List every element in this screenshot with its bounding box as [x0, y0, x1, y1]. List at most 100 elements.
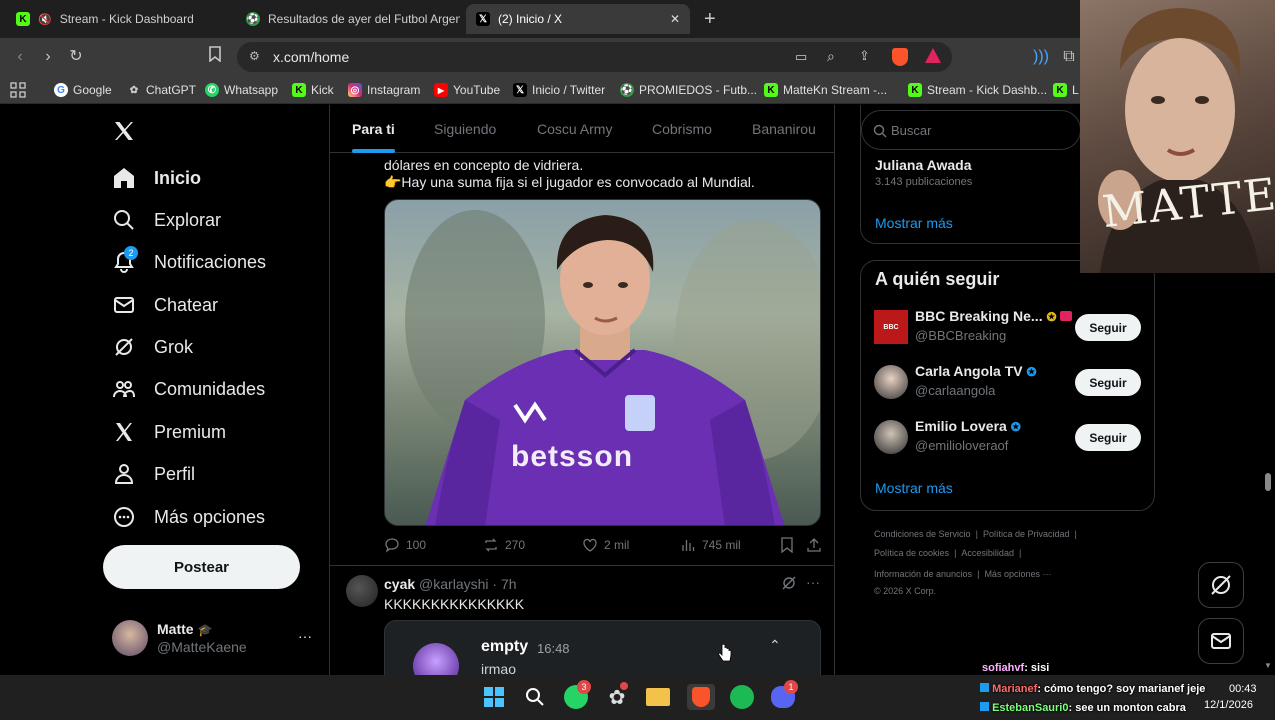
site-info-icon[interactable]: ⚙: [249, 49, 260, 63]
bookmark-twitter[interactable]: 𝕏 Inicio / Twitter: [513, 81, 605, 99]
tweet-time[interactable]: · 7h: [492, 576, 516, 592]
messages-float-button[interactable]: [1198, 618, 1244, 664]
trend-name[interactable]: Juliana Awada: [875, 157, 971, 173]
footer-link[interactable]: Accesibilidad: [961, 548, 1014, 558]
verified-blue-icon: ✪: [1026, 365, 1037, 379]
footer-link[interactable]: Información de anuncios: [874, 569, 972, 579]
show-more-link[interactable]: Mostrar más: [875, 480, 953, 496]
tab-bananirou[interactable]: Bananirou: [752, 105, 816, 153]
chevron-up-icon[interactable]: ⌃: [769, 637, 781, 654]
back-icon[interactable]: ‹: [9, 46, 31, 68]
suggestion-bbc[interactable]: BBC BBC Breaking Ne... ✪ @BBCBreaking Se…: [874, 308, 1144, 348]
apps-grid-icon[interactable]: [10, 81, 26, 99]
tab-coscu-army[interactable]: Coscu Army: [537, 105, 612, 153]
mail-icon: [1211, 633, 1231, 649]
retweet-button[interactable]: 270: [483, 537, 525, 553]
views-button[interactable]: 745 mil: [680, 537, 741, 553]
bookmark-youtube[interactable]: ▶ YouTube: [434, 81, 500, 99]
embed-time: 16:48: [537, 641, 570, 656]
share-tweet-icon[interactable]: [806, 537, 822, 553]
author-name[interactable]: cyak: [384, 576, 415, 592]
avatar[interactable]: [346, 575, 378, 607]
reload-icon[interactable]: ↻: [65, 46, 87, 68]
suggestion-carla-angola[interactable]: Carla Angola TV ✪ @carlaangola Seguir: [874, 363, 1144, 403]
like-button[interactable]: 2 mil: [582, 537, 629, 553]
new-tab-button[interactable]: +: [704, 8, 716, 31]
grok-icon[interactable]: [781, 575, 797, 596]
follow-button[interactable]: Seguir: [1075, 314, 1141, 341]
more-options-icon[interactable]: ···: [298, 628, 312, 644]
nav-grok[interactable]: Grok: [112, 331, 193, 363]
nav-chatear[interactable]: Chatear: [112, 289, 218, 321]
bookmark-tweet-icon[interactable]: [780, 537, 794, 553]
spotify-icon[interactable]: [729, 684, 755, 710]
forward-icon[interactable]: ›: [37, 46, 59, 68]
footer-link[interactable]: Política de Privacidad: [983, 529, 1070, 539]
post-button[interactable]: Postear: [103, 545, 300, 589]
follow-button[interactable]: Seguir: [1075, 369, 1141, 396]
bookmark-kick-dashboard[interactable]: K Stream - Kick Dashb...: [908, 81, 1047, 99]
search-icon[interactable]: [522, 684, 548, 710]
bookmark-chatgpt[interactable]: ✿ ChatGPT: [127, 81, 196, 99]
bookmark-instagram[interactable]: ◎ Instagram: [348, 81, 420, 99]
whatsapp-taskbar-icon[interactable]: 3: [563, 680, 591, 710]
footer-link[interactable]: Condiciones de Servicio: [874, 529, 971, 539]
close-tab-icon[interactable]: ✕: [670, 12, 680, 26]
footer-link[interactable]: Política de cookies: [874, 548, 949, 558]
suggestion-emilio-lovera[interactable]: Emilio Lovera ✪ @emilioloveraof Seguir: [874, 418, 1144, 458]
windows-start-icon[interactable]: [481, 684, 507, 710]
show-more-link[interactable]: Mostrar más: [875, 215, 953, 231]
account-switcher[interactable]: Matte 🎓 @MatteKaene ···: [112, 620, 324, 660]
nav-perfil[interactable]: Perfil: [112, 458, 195, 490]
share-icon[interactable]: ⇪: [859, 48, 870, 64]
grok-float-button[interactable]: [1198, 562, 1244, 608]
x-logo-icon[interactable]: [112, 119, 136, 148]
nav-explorar[interactable]: Explorar: [112, 204, 221, 236]
nav-notificaciones[interactable]: 2 Notificaciones: [112, 246, 266, 278]
more-options-icon[interactable]: ···: [806, 574, 820, 590]
file-explorer-icon[interactable]: [645, 684, 671, 710]
clock-date[interactable]: 12/1/2026: [1204, 699, 1253, 711]
hand-cursor-icon: [718, 643, 732, 670]
player-photo: [405, 210, 820, 525]
follow-button[interactable]: Seguir: [1075, 424, 1141, 451]
chatgpt-taskbar-icon[interactable]: ✿: [604, 682, 630, 710]
zoom-icon[interactable]: ⌕: [827, 48, 835, 65]
tab-x-home[interactable]: 𝕏 (2) Inicio / X ✕: [466, 4, 690, 34]
tab-para-ti[interactable]: Para ti: [352, 105, 395, 153]
tab-cobrismo[interactable]: Cobrismo: [652, 105, 712, 153]
brave-rewards-icon[interactable]: [925, 48, 941, 63]
bookmark-icon[interactable]: [204, 46, 226, 68]
chat-message: : sisi: [1024, 662, 1050, 674]
muted-speaker-icon[interactable]: 🔇: [38, 13, 52, 26]
bookmark-mattekn-stream[interactable]: K MatteKn Stream -...: [764, 81, 887, 99]
nav-premium[interactable]: Premium: [112, 416, 226, 448]
bookmark-kick[interactable]: K Kick: [292, 81, 334, 99]
bookmark-promiedos[interactable]: ⚽ PROMIEDOS - Futb...: [620, 81, 757, 99]
address-bar[interactable]: ⚙ x.com/home ▭ ⌕ ⇪: [237, 42, 952, 72]
extensions-icon[interactable]: ⧉: [1058, 46, 1080, 68]
discord-icon[interactable]: 1: [770, 680, 798, 710]
bookmark-google[interactable]: G Google: [54, 81, 112, 99]
reply-button[interactable]: 100: [384, 537, 426, 553]
scroll-down-icon[interactable]: ▼: [1264, 661, 1272, 670]
bookmark-whatsapp[interactable]: ✆ Whatsapp: [205, 81, 278, 99]
author-handle[interactable]: @karlayshi: [419, 576, 488, 592]
audio-extension-icon[interactable]: ))): [1030, 46, 1052, 68]
embedded-message[interactable]: empty 16:48 irmao ⌃: [384, 620, 821, 675]
tab-kick-dashboard[interactable]: K 🔇 Stream - Kick Dashboard: [6, 4, 232, 34]
nav-comunidades[interactable]: Comunidades: [112, 373, 265, 405]
suggestion-name-row: BBC Breaking Ne... ✪: [915, 308, 1073, 324]
brave-shield-icon[interactable]: [892, 48, 908, 66]
tweet-image[interactable]: betsson: [384, 199, 821, 526]
scrollbar-thumb[interactable]: [1265, 473, 1271, 491]
bookmark-overflow[interactable]: KL: [1053, 81, 1079, 99]
nav-mas-opciones[interactable]: Más opciones: [112, 501, 265, 533]
cast-icon[interactable]: ▭: [795, 49, 807, 65]
tab-futbol[interactable]: ⚽ Resultados de ayer del Futbol Argent: [236, 4, 460, 34]
nav-inicio[interactable]: Inicio: [112, 162, 201, 194]
clock-time[interactable]: 00:43: [1229, 683, 1257, 695]
tab-siguiendo[interactable]: Siguiendo: [434, 105, 496, 153]
footer-link[interactable]: Más opciones ···: [984, 569, 1051, 579]
brave-taskbar-icon[interactable]: [687, 684, 715, 710]
